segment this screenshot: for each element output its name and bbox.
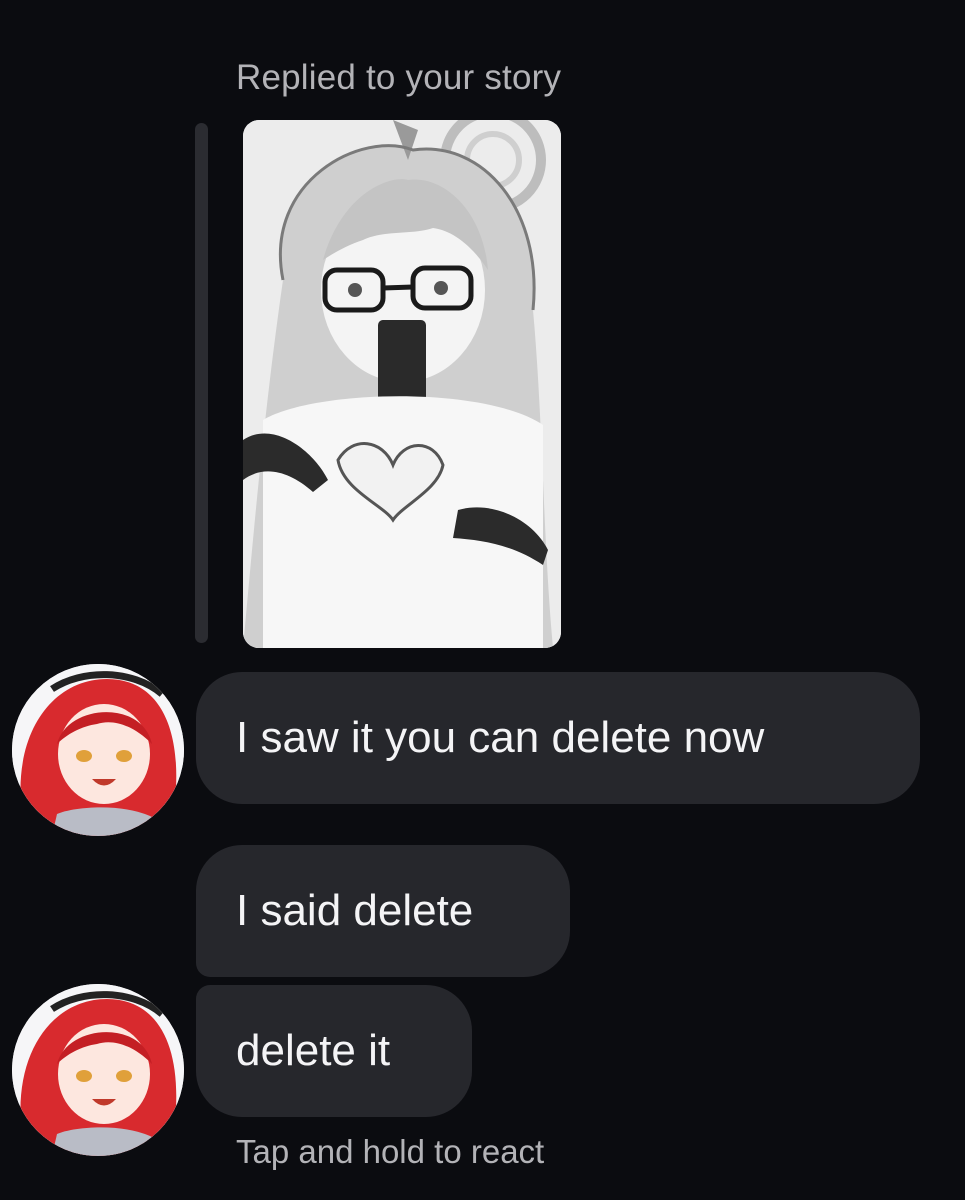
replied-to-story-label: Replied to your story xyxy=(236,58,562,97)
message-bubble[interactable]: I said delete xyxy=(196,845,570,977)
tap-to-react-hint: Tap and hold to react xyxy=(236,1133,545,1170)
message-text: delete it xyxy=(236,1026,391,1075)
message-bubble[interactable]: delete it xyxy=(196,985,472,1117)
story-thumbnail[interactable] xyxy=(243,120,561,648)
message-text: I said delete xyxy=(236,886,474,935)
message-bubble[interactable]: I saw it you can delete now xyxy=(196,672,920,804)
sender-avatar[interactable] xyxy=(12,664,184,836)
reply-quote-bar xyxy=(195,123,208,643)
message-text: I saw it you can delete now xyxy=(236,713,765,762)
sender-avatar[interactable] xyxy=(12,984,184,1156)
